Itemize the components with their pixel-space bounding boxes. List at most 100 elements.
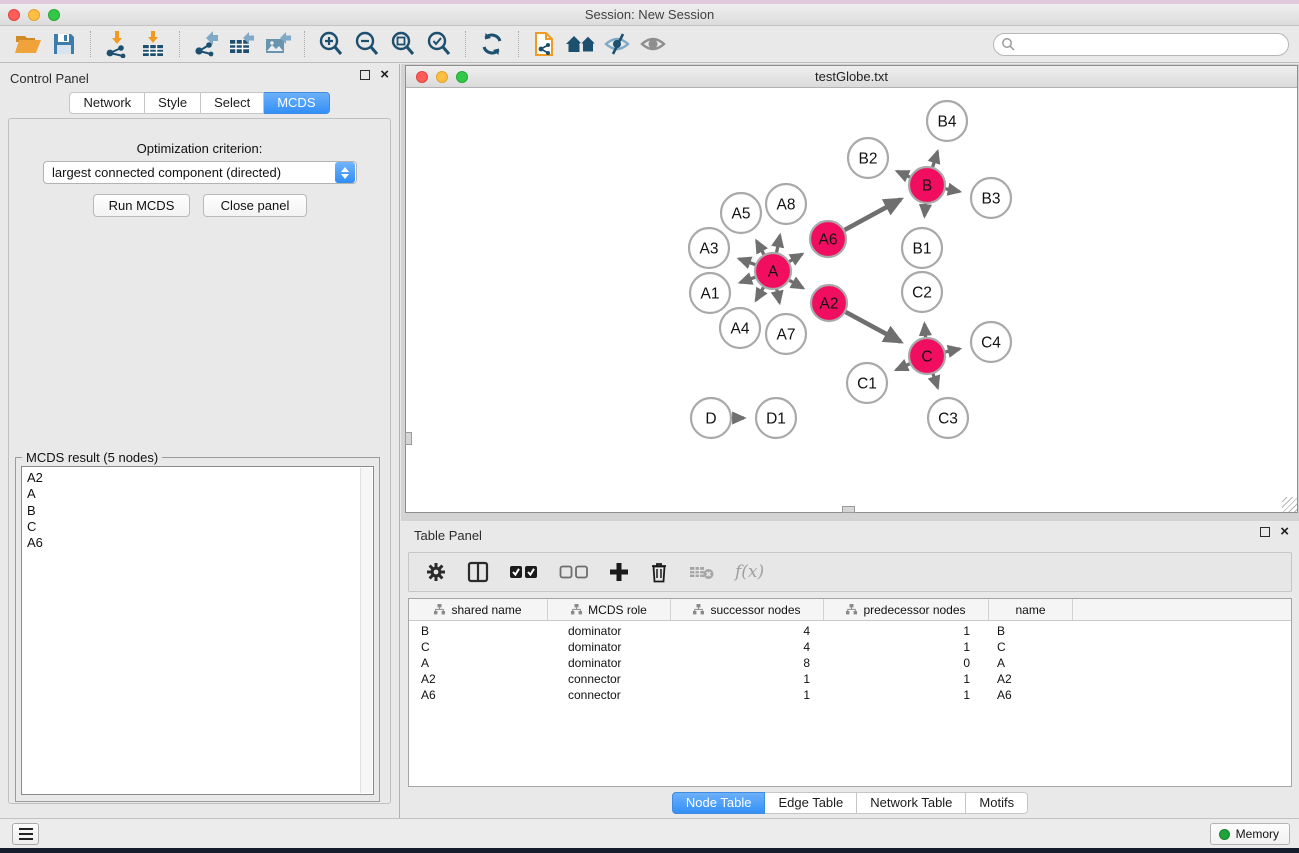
home-icon[interactable] [563, 29, 599, 59]
close-panel-icon[interactable]: × [380, 70, 389, 80]
mcds-result-item[interactable]: A2 [27, 470, 373, 486]
hide-graphics-details-icon[interactable] [599, 29, 635, 59]
graph-node-C2[interactable]: C2 [902, 272, 942, 312]
search-input[interactable] [1016, 35, 1288, 53]
tab-mcds[interactable]: MCDS [264, 92, 329, 114]
network-close-button[interactable] [416, 71, 428, 83]
window-resize-grip-bottom[interactable] [842, 506, 855, 513]
run-mcds-button[interactable]: Run MCDS [93, 194, 190, 217]
zoom-in-icon[interactable] [313, 29, 349, 59]
graph-node-A7[interactable]: A7 [766, 314, 806, 354]
show-graphics-details-icon[interactable] [635, 29, 671, 59]
graph-node-D1[interactable]: D1 [756, 398, 796, 438]
graph-node-C[interactable]: C [909, 338, 945, 374]
table-row[interactable]: A2connector11A2 [409, 672, 1291, 688]
minimize-window-button[interactable] [28, 9, 40, 21]
export-table-icon[interactable] [224, 29, 260, 59]
tab-style[interactable]: Style [145, 92, 201, 114]
window-resize-corner[interactable] [1282, 497, 1297, 512]
network-canvas[interactable]: A A1 A3A5A8 A4A7 A6 A2 B B2 B4B3 B1 C C2 C4 C1 C3 D D1 [406, 89, 1297, 512]
memory-button[interactable]: Memory [1210, 823, 1290, 845]
refresh-layout-icon[interactable] [474, 29, 510, 59]
graph-node-A8[interactable]: A8 [766, 184, 806, 224]
graph-node-A1[interactable]: A1 [690, 273, 730, 313]
table-row[interactable]: Bdominator41B [409, 624, 1291, 640]
graph-node-B1[interactable]: B1 [902, 228, 942, 268]
tab-edge-table[interactable]: Edge Table [765, 792, 857, 814]
table-cell: A [989, 656, 1073, 672]
svg-text:A6: A6 [819, 232, 838, 249]
table-row[interactable]: A6connector11A6 [409, 688, 1291, 704]
result-list-scrollbar[interactable] [360, 468, 372, 793]
float-panel-icon[interactable] [1260, 527, 1270, 537]
network-from-file-icon[interactable] [527, 29, 563, 59]
tab-select[interactable]: Select [201, 92, 264, 114]
export-image-icon[interactable] [260, 29, 296, 59]
tab-node-table[interactable]: Node Table [672, 792, 766, 814]
add-entry-icon[interactable] [609, 560, 629, 584]
table-cell: A6 [409, 688, 548, 704]
network-minimize-button[interactable] [436, 71, 448, 83]
graph-node-A[interactable]: A [755, 253, 791, 289]
graph-node-B[interactable]: B [909, 167, 945, 203]
column-header-successor-nodes[interactable]: successor nodes [671, 599, 824, 620]
table-row[interactable]: Cdominator41C [409, 640, 1291, 656]
task-history-button[interactable] [12, 823, 39, 845]
mcds-result-item[interactable]: A [27, 486, 373, 502]
application-window: Session: New Session [0, 0, 1299, 853]
graph-node-D[interactable]: D [691, 398, 731, 438]
graph-node-A3[interactable]: A3 [689, 228, 729, 268]
float-panel-icon[interactable] [360, 70, 370, 80]
open-session-icon[interactable] [10, 29, 46, 59]
table-panel-tabs: Node TableEdge TableNetwork TableMotifs [401, 792, 1299, 814]
close-panel-icon[interactable]: × [1280, 527, 1289, 537]
export-network-icon[interactable] [188, 29, 224, 59]
table-row[interactable]: Adominator80A [409, 656, 1291, 672]
close-panel-button[interactable]: Close panel [203, 194, 307, 217]
graph-node-A5[interactable]: A5 [721, 193, 761, 233]
graph-node-C4[interactable]: C4 [971, 322, 1011, 362]
graph-node-B3[interactable]: B3 [971, 178, 1011, 218]
memory-status-icon [1219, 829, 1230, 840]
select-all-icon[interactable] [509, 560, 539, 584]
graph-node-C3[interactable]: C3 [928, 398, 968, 438]
optimization-criterion-dropdown[interactable]: largest connected component (directed) [43, 161, 357, 184]
zoom-selected-icon[interactable] [421, 29, 457, 59]
graph-node-A4[interactable]: A4 [720, 308, 760, 348]
mcds-result-item[interactable]: C [27, 519, 373, 535]
graph-node-B2[interactable]: B2 [848, 138, 888, 178]
zoom-fit-icon[interactable] [385, 29, 421, 59]
search-field[interactable] [993, 33, 1289, 56]
unselect-all-icon[interactable] [559, 560, 589, 584]
import-network-icon[interactable] [99, 29, 135, 59]
table-panel-header: Table Panel × [401, 521, 1299, 549]
toolbar-separator [518, 31, 519, 57]
zoom-out-icon[interactable] [349, 29, 385, 59]
graph-node-A6[interactable]: A6 [810, 221, 846, 257]
graph-node-B4[interactable]: B4 [927, 101, 967, 141]
column-header-MCDS-role[interactable]: MCDS role [548, 599, 671, 620]
graph-node-A2[interactable]: A2 [811, 285, 847, 321]
table-settings-icon[interactable] [425, 560, 447, 584]
tab-network[interactable]: Network [69, 92, 145, 114]
main-toolbar [0, 26, 1299, 63]
close-window-button[interactable] [8, 9, 20, 21]
column-header-name[interactable]: name [989, 599, 1073, 620]
mcds-result-item[interactable]: B [27, 503, 373, 519]
network-zoom-button[interactable] [456, 71, 468, 83]
svg-text:C3: C3 [938, 411, 958, 428]
zoom-window-button[interactable] [48, 9, 60, 21]
hierarchy-icon [693, 604, 704, 615]
tab-motifs[interactable]: Motifs [966, 792, 1028, 814]
mcds-result-item[interactable]: A6 [27, 535, 373, 551]
graph-node-C1[interactable]: C1 [847, 363, 887, 403]
save-session-icon[interactable] [46, 29, 82, 59]
column-header-shared-name[interactable]: shared name [409, 599, 548, 620]
window-resize-grip-left[interactable] [405, 432, 412, 445]
split-panel-icon[interactable] [467, 560, 489, 584]
import-table-icon[interactable] [135, 29, 171, 59]
delete-entries-icon[interactable] [649, 560, 669, 584]
column-header-predecessor-nodes[interactable]: predecessor nodes [824, 599, 989, 620]
table-cell: 0 [824, 656, 989, 672]
tab-network-table[interactable]: Network Table [857, 792, 966, 814]
